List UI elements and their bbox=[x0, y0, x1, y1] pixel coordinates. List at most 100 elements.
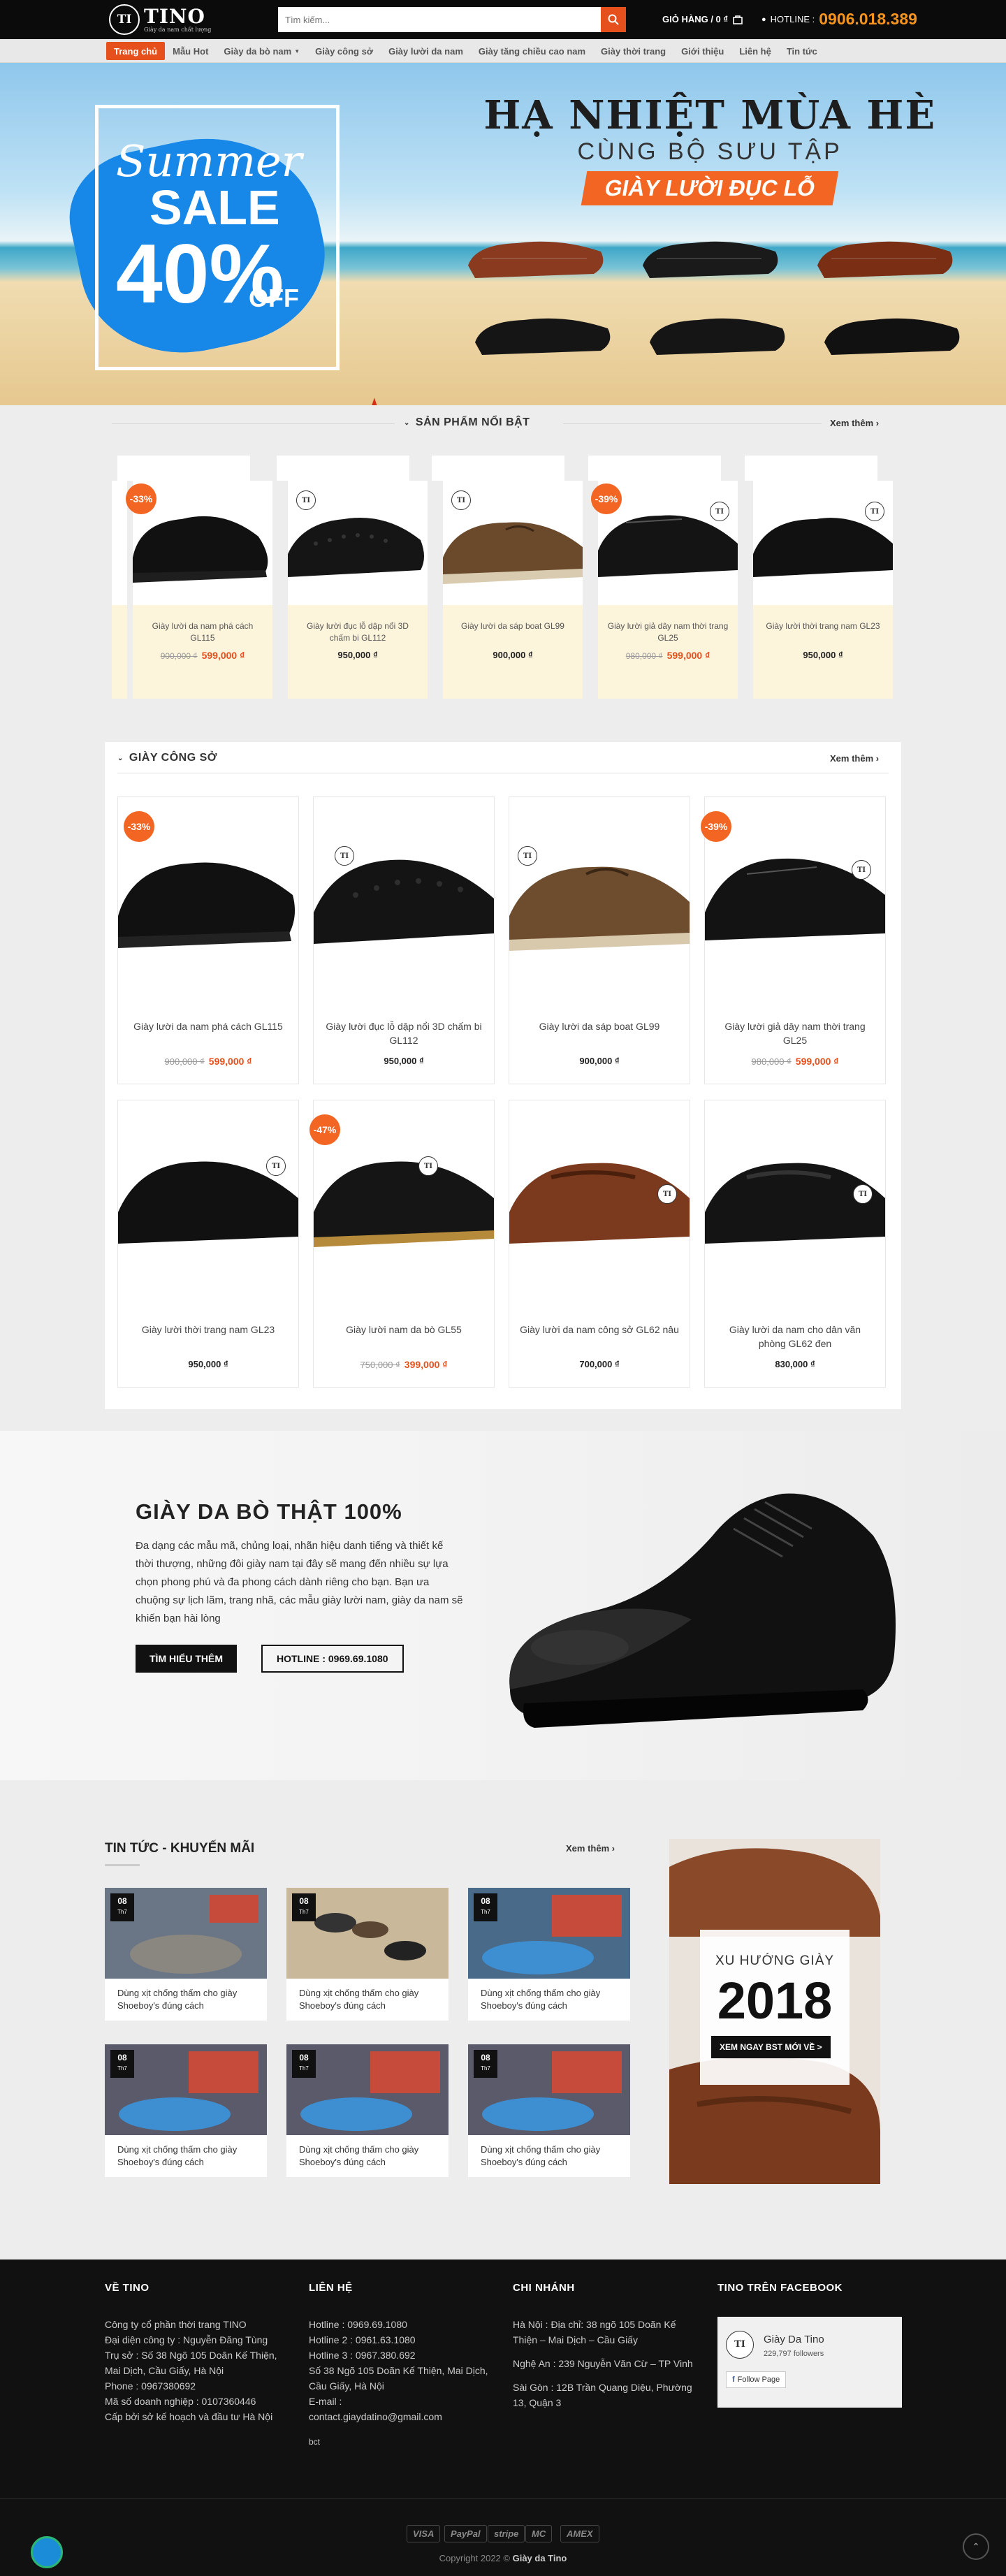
product-name[interactable]: Giày lười giả dây nam thời trang GL25 bbox=[606, 620, 729, 644]
footer-branches-title: CHI NHÁNH bbox=[513, 2282, 575, 2294]
office-section: ⌄ GIÀY CÔNG SỞ Xem thêm › -33% Giày lười… bbox=[105, 742, 901, 1409]
facebook-follow-button[interactable]: f Follow Page bbox=[726, 2371, 787, 2388]
featured-carousel[interactable]: -33% Giày lười da nam phá cách GL115 900… bbox=[112, 454, 894, 699]
site-logo[interactable]: TI TINO Giày da nam chất lượng bbox=[109, 4, 211, 35]
product-name[interactable]: Giày lười da nam công sở GL62 nâu bbox=[519, 1323, 680, 1337]
nav-item-fashion[interactable]: Giày thời trang bbox=[593, 39, 673, 63]
hotline-button[interactable]: HOTLINE : 0969.69.1080 bbox=[261, 1645, 404, 1673]
facebook-widget[interactable]: TI Giày Da Tino 229,797 followers f Follo… bbox=[717, 2317, 902, 2408]
nav-item-home[interactable]: Trang chủ bbox=[106, 42, 166, 60]
sale-badge: -33% bbox=[124, 811, 154, 842]
visa-icon: VISA bbox=[407, 2525, 441, 2542]
news-more-link[interactable]: Xem thêm › bbox=[566, 1843, 615, 1854]
nav-item-loafers[interactable]: Giày lười da nam bbox=[381, 39, 471, 63]
news-card[interactable]: 08 Th7 Dùng xịt chống thấm cho giày Shoeb… bbox=[286, 1888, 449, 2021]
product-name[interactable]: Giày lười đục lỗ dập nổi 3D chấm bi GL11… bbox=[296, 620, 419, 644]
product-name[interactable]: Giày lười da sáp boat GL99 bbox=[451, 620, 574, 644]
divider bbox=[112, 423, 395, 424]
trend-year: 2018 bbox=[717, 1972, 833, 2030]
featured-more-link[interactable]: Xem thêm › bbox=[830, 418, 879, 428]
sale-price: 399,000 ₫ bbox=[404, 1359, 448, 1370]
back-to-top-button[interactable]: ⌃ bbox=[963, 2533, 989, 2560]
news-headline[interactable]: Dùng xịt chống thấm cho giày Shoeboy's đ… bbox=[117, 1987, 258, 2012]
product-price: 950,000 ₫ bbox=[803, 650, 843, 660]
product-name[interactable]: Giày lười nam da bò GL55 bbox=[323, 1323, 484, 1337]
news-headline[interactable]: Dùng xịt chống thấm cho giày Shoeboy's đ… bbox=[117, 2144, 258, 2169]
product-card[interactable]: -33% Giày lười da nam phá cách GL115 900… bbox=[117, 796, 299, 1084]
trend-banner[interactable]: XU HƯỚNG GIÀY 2018 XEM NGAY BST MỚI VỀ > bbox=[669, 1839, 880, 2184]
search-button[interactable] bbox=[601, 7, 626, 32]
brand-logo-icon: TI bbox=[518, 846, 537, 866]
office-title: ⌄ GIÀY CÔNG SỞ bbox=[117, 752, 217, 764]
banner-line-3: GIÀY LƯỜI ĐỤC LỖ bbox=[581, 171, 839, 205]
nav-item-news[interactable]: Tin tức bbox=[779, 39, 825, 63]
news-card[interactable]: 08 Th7 Dùng xịt chống thấm cho giày Shoeb… bbox=[286, 2044, 449, 2177]
sale-badge: -33% bbox=[126, 483, 156, 514]
nav-item-cowhide[interactable]: Giày da bò nam ▼ bbox=[216, 39, 307, 63]
chat-widget-button[interactable] bbox=[31, 2536, 63, 2568]
learn-more-button[interactable]: TÌM HIỂU THÊM bbox=[136, 1645, 237, 1673]
news-headline[interactable]: Dùng xịt chống thấm cho giày Shoeboy's đ… bbox=[481, 1987, 622, 2012]
hotline-number: 0906.018.389 bbox=[819, 10, 917, 28]
featured-product-card[interactable]: -39% TI Giày lười giả dây nam thời trang… bbox=[591, 481, 738, 699]
nav-item-about[interactable]: Giới thiệu bbox=[673, 39, 731, 63]
facebook-followers: 229,797 followers bbox=[764, 2350, 824, 2358]
news-card[interactable]: 08 Th7 Dùng xịt chống thấm cho giày Shoeb… bbox=[468, 2044, 630, 2177]
product-name[interactable]: Giày lười da nam cho dân văn phòng GL62 … bbox=[715, 1323, 875, 1351]
product-price: 900,000 ₫ bbox=[493, 650, 533, 660]
nav-item-height[interactable]: Giày tăng chiều cao nam bbox=[471, 39, 593, 63]
product-card[interactable]: TI Giày lười thời trang nam GL23 950,000… bbox=[117, 1100, 299, 1388]
carousel-prev-peek bbox=[112, 605, 127, 699]
trend-cta-button[interactable]: XEM NGAY BST MỚI VỀ > bbox=[711, 2036, 831, 2058]
hero-banner[interactable]: Summer SALE 40% OFF ★ HẠ NHIỆT MÙA HÈ CÙ… bbox=[0, 63, 1006, 405]
news-card[interactable]: 08 Th7 Dùng xịt chống thấm cho giày Shoeb… bbox=[468, 1888, 630, 2021]
sale-badge: -39% bbox=[701, 811, 731, 842]
product-image bbox=[705, 858, 885, 940]
news-headline[interactable]: Dùng xịt chống thấm cho giày Shoeboy's đ… bbox=[299, 1987, 440, 2012]
office-more-link[interactable]: Xem thêm › bbox=[830, 753, 879, 764]
product-image bbox=[314, 859, 494, 944]
product-card[interactable]: TI Giày lười đục lỗ dập nổi 3D chấm bi G… bbox=[313, 796, 495, 1084]
footer-text: Đại diện công ty : Nguyễn Đăng Tùng bbox=[105, 2334, 268, 2345]
bct-badge[interactable]: bct bbox=[309, 2434, 490, 2450]
email-link[interactable]: contact.giaydatino@gmail.com bbox=[309, 2409, 490, 2424]
product-card[interactable]: -47% TI Giày lười nam da bò GL55 750,000… bbox=[309, 1100, 495, 1388]
product-name[interactable]: Giày lười da nam phá cách GL115 bbox=[141, 620, 264, 644]
product-name[interactable]: Giày lười thời trang nam GL23 bbox=[761, 620, 884, 644]
old-price: 980,000 ₫ bbox=[751, 1056, 792, 1067]
product-card[interactable]: TI Giày lười da sáp boat GL99 900,000 ₫ bbox=[509, 796, 690, 1084]
featured-product-card[interactable]: TI Giày lười da sáp boat GL99 900,000 ₫ bbox=[443, 481, 583, 699]
nav-item-office[interactable]: Giày công sở bbox=[307, 39, 381, 63]
news-date: 08 Th7 bbox=[110, 2050, 134, 2078]
news-headline[interactable]: Dùng xịt chống thấm cho giày Shoeboy's đ… bbox=[481, 2144, 622, 2169]
product-name[interactable]: Giày lười giả dây nam thời trang GL25 bbox=[715, 1019, 875, 1047]
featured-product-card[interactable]: TI Giày lười đục lỗ dập nổi 3D chấm bi G… bbox=[288, 481, 428, 699]
hotline[interactable]: ● HOTLINE : 0906.018.389 bbox=[761, 10, 917, 29]
product-card[interactable]: TI Giày lười da nam cho dân văn phòng GL… bbox=[704, 1100, 886, 1388]
cart-link[interactable]: GIỎ HÀNG / 0 ₫ bbox=[662, 14, 743, 24]
facebook-page-name[interactable]: Giày Da Tino bbox=[764, 2332, 824, 2348]
footer-text: Mã số doanh nghiệp : 0107360446 bbox=[105, 2396, 256, 2407]
search-input[interactable] bbox=[278, 7, 601, 32]
leather-description: Đa dạng các mẫu mã, chủng loại, nhãn hiệ… bbox=[136, 1540, 463, 1624]
nav-item-contact[interactable]: Liên hệ bbox=[731, 39, 779, 63]
footer-text: Hotline 2 : 0961.63.1080 bbox=[309, 2334, 416, 2345]
product-card[interactable]: -39% TI Giày lười giả dây nam thời trang… bbox=[701, 796, 886, 1084]
promo-summer: Summer bbox=[116, 136, 302, 187]
chevron-up-icon: ⌃ bbox=[972, 2540, 980, 2552]
product-name[interactable]: Giày lười da sáp boat GL99 bbox=[519, 1019, 680, 1033]
nav-item-hot[interactable]: Mẫu Hot bbox=[165, 39, 216, 63]
footer-text: Phone : 0967380692 bbox=[105, 2380, 196, 2392]
news-card[interactable]: 08 Th7 Dùng xịt chống thấm cho giày Shoeb… bbox=[105, 1888, 267, 2021]
featured-product-card[interactable]: -33% Giày lười da nam phá cách GL115 900… bbox=[126, 481, 272, 699]
product-name[interactable]: Giày lười da nam phá cách GL115 bbox=[128, 1019, 289, 1033]
product-card[interactable]: TI Giày lười da nam công sở GL62 nâu 700… bbox=[509, 1100, 690, 1388]
news-headline[interactable]: Dùng xịt chống thấm cho giày Shoeboy's đ… bbox=[299, 2144, 440, 2169]
facebook-icon: f bbox=[732, 2375, 735, 2384]
product-name[interactable]: Giày lười đục lỗ dập nổi 3D chấm bi GL11… bbox=[323, 1019, 484, 1047]
product-name[interactable]: Giày lười thời trang nam GL23 bbox=[128, 1323, 289, 1337]
copyright: Copyright 2022 © Giày da Tino bbox=[439, 2553, 567, 2563]
news-card[interactable]: 08 Th7 Dùng xịt chống thấm cho giày Shoeb… bbox=[105, 2044, 267, 2177]
footer-text: Trụ sở : Số 38 Ngõ 105 Doãn Kế Thiện, Ma… bbox=[105, 2350, 277, 2376]
featured-product-card[interactable]: TI Giày lười thời trang nam GL23 950,000… bbox=[753, 481, 893, 699]
